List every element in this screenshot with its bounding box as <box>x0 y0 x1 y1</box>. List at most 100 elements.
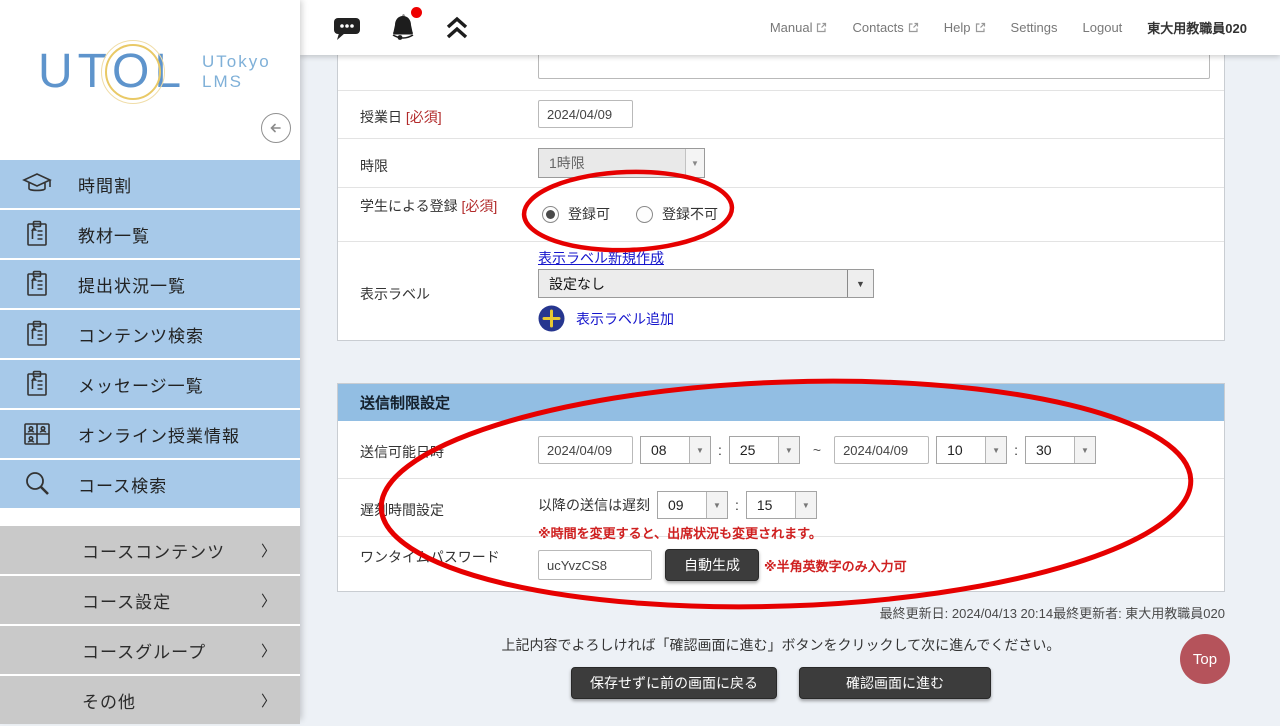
late-minute-select[interactable]: 15 ▼ <box>746 491 817 519</box>
sidebar-item-content-search[interactable]: コンテンツ検索 <box>0 310 300 358</box>
class-date-input[interactable] <box>538 100 633 128</box>
display-label-label: 表示ラベル <box>360 284 430 304</box>
external-link-icon <box>816 22 827 33</box>
proceed-to-confirmation-button[interactable]: 確認画面に進む <box>799 667 991 699</box>
one-time-password-label: ワンタイムパスワード <box>360 547 522 568</box>
submission-restriction-card: 送信制限設定 送信可能日時 08 ▼ : 25 ▼ ~ 10 ▼ : <box>337 383 1225 592</box>
clipboard-icon <box>20 267 54 301</box>
available-to-hour-select[interactable]: 10 ▼ <box>936 436 1007 464</box>
chevron-right-icon: 〉 <box>261 690 276 711</box>
back-without-saving-button[interactable]: 保存せずに前の画面に戻る <box>571 667 777 699</box>
sidebar-item-course-contents[interactable]: コースコンテンツ 〉 <box>0 526 300 574</box>
late-hour-select[interactable]: 09 ▼ <box>657 491 728 519</box>
chevron-right-icon: 〉 <box>261 590 276 611</box>
period-row: 時限 1時限 ▼ <box>338 139 1224 188</box>
range-separator: ~ <box>813 442 821 458</box>
contacts-link[interactable]: Contacts <box>852 20 918 35</box>
chevron-down-icon: ▼ <box>685 149 704 177</box>
register-allowed-label: 登録可 <box>568 204 610 224</box>
add-display-label-link[interactable]: 表示ラベル追加 <box>576 309 674 329</box>
class-date-row: 授業日 [必須] <box>338 91 1224 139</box>
sidebar-item-online-class[interactable]: オンライン授業情報 <box>0 410 300 458</box>
time-colon: : <box>735 497 739 513</box>
message-icon[interactable] <box>333 15 361 41</box>
clipboard-icon <box>20 217 54 251</box>
collapse-up-icon[interactable] <box>445 15 469 41</box>
sidebar-item-messages[interactable]: メッセージ一覧 <box>0 360 300 408</box>
sidebar-item-course-search[interactable]: コース検索 <box>0 460 300 508</box>
arrow-left-icon <box>267 119 285 137</box>
sidebar-item-others[interactable]: その他 〉 <box>0 676 300 724</box>
external-link-icon <box>908 22 919 33</box>
register-denied-label: 登録不可 <box>662 204 718 224</box>
sidebar: UTOL UTokyo LMS 時間割 教材一覧 <box>0 0 300 720</box>
clipboard-icon <box>20 367 54 401</box>
available-to-date-input[interactable] <box>834 436 929 464</box>
period-select[interactable]: 1時限 ▼ <box>538 148 705 178</box>
topbar: Manual Contacts Help Settings Logout 東大用… <box>300 0 1280 55</box>
sidebar-collapse-button[interactable] <box>261 113 291 143</box>
chevron-right-icon: 〉 <box>261 540 276 561</box>
chevron-down-icon: ▼ <box>985 437 1006 463</box>
basic-settings-card: 授業日 [必須] 時限 1時限 ▼ 学生による登録 [必須] 登録可 登録不可 <box>337 55 1225 341</box>
username: 東大用教職員020 <box>1147 18 1247 37</box>
create-display-label-link[interactable]: 表示ラベル新規作成 <box>538 248 664 268</box>
sidebar-item-timetable[interactable]: 時間割 <box>0 160 300 208</box>
time-colon: : <box>718 442 722 458</box>
available-from-minute-select[interactable]: 25 ▼ <box>729 436 800 464</box>
available-to-minute-select[interactable]: 30 ▼ <box>1025 436 1096 464</box>
chevron-down-icon: ▼ <box>778 437 799 463</box>
help-link[interactable]: Help <box>944 20 986 35</box>
required-badge: [必須] <box>406 109 442 125</box>
student-registration-label: 学生による登録 <box>360 198 458 214</box>
chevron-down-icon: ▼ <box>1074 437 1095 463</box>
chevron-down-icon: ▼ <box>706 492 727 518</box>
class-date-label: 授業日 <box>360 109 402 125</box>
external-link-icon <box>975 22 986 33</box>
logout-link[interactable]: Logout <box>1083 20 1123 35</box>
chevron-down-icon: ▼ <box>847 270 873 297</box>
chevron-right-icon: 〉 <box>261 640 276 661</box>
period-label: 時限 <box>360 156 388 176</box>
notification-bell-icon[interactable] <box>388 13 418 43</box>
instruction-text: 上記内容でよろしければ「確認画面に進む」ボタンをクリックして次に進んでください。 <box>337 635 1225 655</box>
one-time-password-input[interactable] <box>538 550 652 580</box>
register-denied-radio[interactable] <box>636 206 653 223</box>
sidebar-item-course-group[interactable]: コースグループ 〉 <box>0 626 300 674</box>
available-from-hour-select[interactable]: 08 ▼ <box>640 436 711 464</box>
chevron-down-icon: ▼ <box>689 437 710 463</box>
cropped-input-row <box>338 55 1224 91</box>
last-updated-text: 最終更新日: 2024/04/13 20:14最終更新者: 東大用教職員020 <box>337 603 1225 622</box>
section-title: 送信制限設定 <box>338 384 1224 421</box>
scroll-to-top-button[interactable]: Top <box>1180 634 1230 684</box>
sidebar-main-menu: 時間割 教材一覧 提出状況一覧 <box>0 160 300 510</box>
display-label-row: 表示ラベル 表示ラベル新規作成 設定なし ▼ 表示ラベル追加 <box>338 242 1224 342</box>
manual-link[interactable]: Manual <box>770 20 828 35</box>
sidebar-item-submissions[interactable]: 提出状況一覧 <box>0 260 300 308</box>
late-time-label: 遅刻時間設定 <box>360 500 444 520</box>
register-allowed-radio[interactable] <box>542 206 559 223</box>
utol-logo: UTOL UTokyo LMS <box>38 44 271 99</box>
sidebar-item-materials[interactable]: 教材一覧 <box>0 210 300 258</box>
otp-note: ※半角英数字のみ入力可 <box>764 556 907 575</box>
cropped-text-input[interactable] <box>538 55 1210 79</box>
one-time-password-row: ワンタイムパスワード 自動生成 ※半角英数字のみ入力可 <box>338 537 1224 593</box>
sidebar-course-menu: コースコンテンツ 〉 コース設定 〉 コースグループ 〉 その他 〉 <box>0 526 300 726</box>
search-icon <box>20 467 54 501</box>
display-label-select[interactable]: 設定なし ▼ <box>538 269 874 298</box>
sidebar-item-course-settings[interactable]: コース設定 〉 <box>0 576 300 624</box>
clipboard-icon <box>20 317 54 351</box>
chevron-down-icon: ▼ <box>795 492 816 518</box>
late-prefix-text: 以降の送信は遅刻 <box>538 495 650 515</box>
online-class-icon <box>20 417 54 451</box>
logo-text: UTOL <box>38 44 186 99</box>
available-from-date-input[interactable] <box>538 436 633 464</box>
add-circle-icon[interactable] <box>538 305 565 332</box>
graduation-cap-icon <box>20 167 54 201</box>
notification-badge <box>411 7 422 18</box>
available-period-row: 送信可能日時 08 ▼ : 25 ▼ ~ 10 ▼ : 30 ▼ <box>338 421 1224 479</box>
settings-link[interactable]: Settings <box>1011 20 1058 35</box>
late-time-row: 遅刻時間設定 以降の送信は遅刻 09 ▼ : 15 ▼ ※時間を変更すると、出席… <box>338 479 1224 537</box>
student-registration-row: 学生による登録 [必須] 登録可 登録不可 <box>338 188 1224 242</box>
auto-generate-button[interactable]: 自動生成 <box>665 549 759 581</box>
